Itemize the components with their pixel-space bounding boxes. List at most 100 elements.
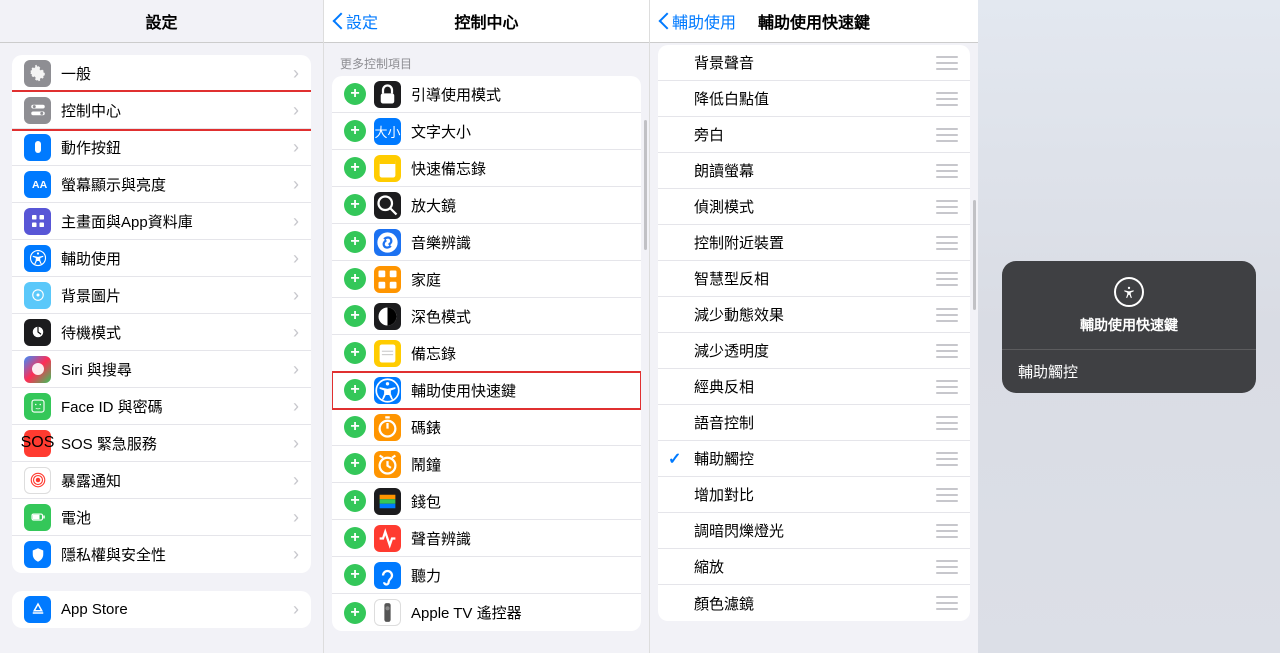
- row-label: Face ID 與密碼: [61, 396, 299, 417]
- shortcut-row-control-nearby[interactable]: 控制附近裝置: [658, 225, 970, 261]
- reorder-handle-icon[interactable]: [936, 380, 958, 394]
- reorder-handle-icon[interactable]: [936, 92, 958, 106]
- reorder-handle-icon[interactable]: [936, 308, 958, 322]
- add-control-button[interactable]: [344, 490, 366, 512]
- shortcut-row-assistive-touch[interactable]: ✓輔助觸控: [658, 441, 970, 477]
- control-row-alarm[interactable]: 鬧鐘: [332, 446, 641, 483]
- control-row-wallet[interactable]: 錢包: [332, 483, 641, 520]
- reorder-handle-icon[interactable]: [936, 236, 958, 250]
- shortcut-row-reduce-transparency[interactable]: 減少透明度: [658, 333, 970, 369]
- siri-icon: [24, 356, 51, 383]
- reorder-handle-icon[interactable]: [936, 560, 958, 574]
- control-row-dark-mode[interactable]: 深色模式: [332, 298, 641, 335]
- control-row-home-app[interactable]: 家庭: [332, 261, 641, 298]
- settings-row-accessibility[interactable]: 輔助使用: [12, 240, 311, 277]
- control-row-appletv-remote[interactable]: Apple TV 遙控器: [332, 594, 641, 631]
- control-row-shazam[interactable]: 音樂辨識: [332, 224, 641, 261]
- switches-icon: [24, 97, 51, 124]
- shortcut-row-reduce-white-point[interactable]: 降低白點值: [658, 81, 970, 117]
- add-control-button[interactable]: [344, 194, 366, 216]
- control-row-notes[interactable]: 備忘錄: [332, 335, 641, 372]
- settings-row-display[interactable]: AA螢幕顯示與亮度: [12, 166, 311, 203]
- privacy-icon: [24, 541, 51, 568]
- add-control-button[interactable]: [344, 453, 366, 475]
- back-to-accessibility-button[interactable]: 輔助使用: [658, 9, 736, 33]
- chevron-right-icon: [293, 248, 299, 269]
- control-row-hearing[interactable]: 聽力: [332, 557, 641, 594]
- settings-row-faceid[interactable]: Face ID 與密碼: [12, 388, 311, 425]
- shortcut-row-smart-invert[interactable]: 智慧型反相: [658, 261, 970, 297]
- settings-row-action-button[interactable]: 動作按鈕: [12, 129, 311, 166]
- settings-row-sos[interactable]: SOSSOS 緊急服務: [12, 425, 311, 462]
- shortcut-row-voiceover[interactable]: 旁白: [658, 117, 970, 153]
- row-label: Siri 與搜尋: [61, 359, 299, 380]
- add-control-button[interactable]: [344, 305, 366, 327]
- settings-row-general[interactable]: 一般: [12, 55, 311, 92]
- settings-scroll[interactable]: 一般控制中心動作按鈕AA螢幕顯示與亮度主畫面與App資料庫輔助使用背景圖片待機模…: [0, 43, 323, 653]
- chevron-right-icon: [293, 359, 299, 380]
- shortcut-row-background-sounds[interactable]: 背景聲音: [658, 45, 970, 81]
- chevron-right-icon: [293, 322, 299, 343]
- reorder-handle-icon[interactable]: [936, 416, 958, 430]
- reorder-handle-icon[interactable]: [936, 596, 958, 610]
- accessibility-shortcut-scroll[interactable]: 背景聲音降低白點值旁白朗讀螢幕偵測模式控制附近裝置智慧型反相減少動態效果減少透明…: [650, 43, 978, 653]
- chevron-right-icon: [293, 63, 299, 84]
- reorder-handle-icon[interactable]: [936, 56, 958, 70]
- add-control-button[interactable]: [344, 231, 366, 253]
- add-control-button[interactable]: [344, 602, 366, 624]
- reorder-handle-icon[interactable]: [936, 524, 958, 538]
- add-control-button[interactable]: [344, 564, 366, 586]
- reorder-handle-icon[interactable]: [936, 452, 958, 466]
- row-label: 主畫面與App資料庫: [61, 211, 299, 232]
- settings-row-siri[interactable]: Siri 與搜尋: [12, 351, 311, 388]
- shortcut-row-reduce-motion[interactable]: 減少動態效果: [658, 297, 970, 333]
- reorder-handle-icon[interactable]: [936, 164, 958, 178]
- accessibility-icon: [374, 377, 401, 404]
- soundrecog-icon: [374, 525, 401, 552]
- shortcut-row-voice-control[interactable]: 語音控制: [658, 405, 970, 441]
- add-control-button[interactable]: [344, 527, 366, 549]
- chevron-right-icon: [293, 174, 299, 195]
- control-center-title: 控制中心: [454, 9, 518, 33]
- popup-header: 輔助使用快速鍵: [1002, 261, 1256, 350]
- control-row-sound-recognition[interactable]: 聲音辨識: [332, 520, 641, 557]
- reorder-handle-icon[interactable]: [936, 344, 958, 358]
- add-control-button[interactable]: [344, 416, 366, 438]
- settings-row-app-store[interactable]: App Store: [12, 591, 311, 628]
- settings-row-home-screen[interactable]: 主畫面與App資料庫: [12, 203, 311, 240]
- add-control-button[interactable]: [344, 120, 366, 142]
- magnifier-icon: [374, 192, 401, 219]
- shortcut-row-color-filters[interactable]: 顏色濾鏡: [658, 585, 970, 621]
- add-control-button[interactable]: [344, 342, 366, 364]
- reorder-handle-icon[interactable]: [936, 200, 958, 214]
- control-row-quick-note[interactable]: 快速備忘錄: [332, 150, 641, 187]
- add-control-button[interactable]: [344, 157, 366, 179]
- reorder-handle-icon[interactable]: [936, 272, 958, 286]
- shortcut-row-increase-contrast[interactable]: 增加對比: [658, 477, 970, 513]
- shortcut-row-classic-invert[interactable]: 經典反相: [658, 369, 970, 405]
- settings-row-wallpaper[interactable]: 背景圖片: [12, 277, 311, 314]
- add-control-button[interactable]: [344, 379, 366, 401]
- reorder-handle-icon[interactable]: [936, 128, 958, 142]
- popup-item-assistive-touch[interactable]: 輔助觸控: [1002, 350, 1256, 393]
- shortcut-row-speak-screen[interactable]: 朗讀螢幕: [658, 153, 970, 189]
- reorder-handle-icon[interactable]: [936, 488, 958, 502]
- control-center-scroll[interactable]: 更多控制項目 引導使用模式大小文字大小快速備忘錄放大鏡音樂辨識家庭深色模式備忘錄…: [324, 43, 649, 653]
- settings-row-standby[interactable]: 待機模式: [12, 314, 311, 351]
- control-row-stopwatch[interactable]: 碼錶: [332, 409, 641, 446]
- control-row-accessibility-shortcut[interactable]: 輔助使用快速鍵: [332, 372, 641, 409]
- settings-row-battery[interactable]: 電池: [12, 499, 311, 536]
- back-to-settings-button[interactable]: 設定: [332, 9, 378, 33]
- settings-row-control-center[interactable]: 控制中心: [12, 92, 311, 129]
- svg-text:AA: AA: [32, 179, 47, 191]
- shortcut-row-detection-mode[interactable]: 偵測模式: [658, 189, 970, 225]
- control-row-text-size[interactable]: 大小文字大小: [332, 113, 641, 150]
- add-control-button[interactable]: [344, 268, 366, 290]
- shortcut-row-dim-flashing[interactable]: 調暗閃爍燈光: [658, 513, 970, 549]
- add-control-button[interactable]: [344, 83, 366, 105]
- settings-row-exposure[interactable]: 暴露通知: [12, 462, 311, 499]
- shortcut-row-zoom[interactable]: 縮放: [658, 549, 970, 585]
- settings-row-privacy[interactable]: 隱私權與安全性: [12, 536, 311, 573]
- control-row-magnifier[interactable]: 放大鏡: [332, 187, 641, 224]
- control-row-guided-access[interactable]: 引導使用模式: [332, 76, 641, 113]
